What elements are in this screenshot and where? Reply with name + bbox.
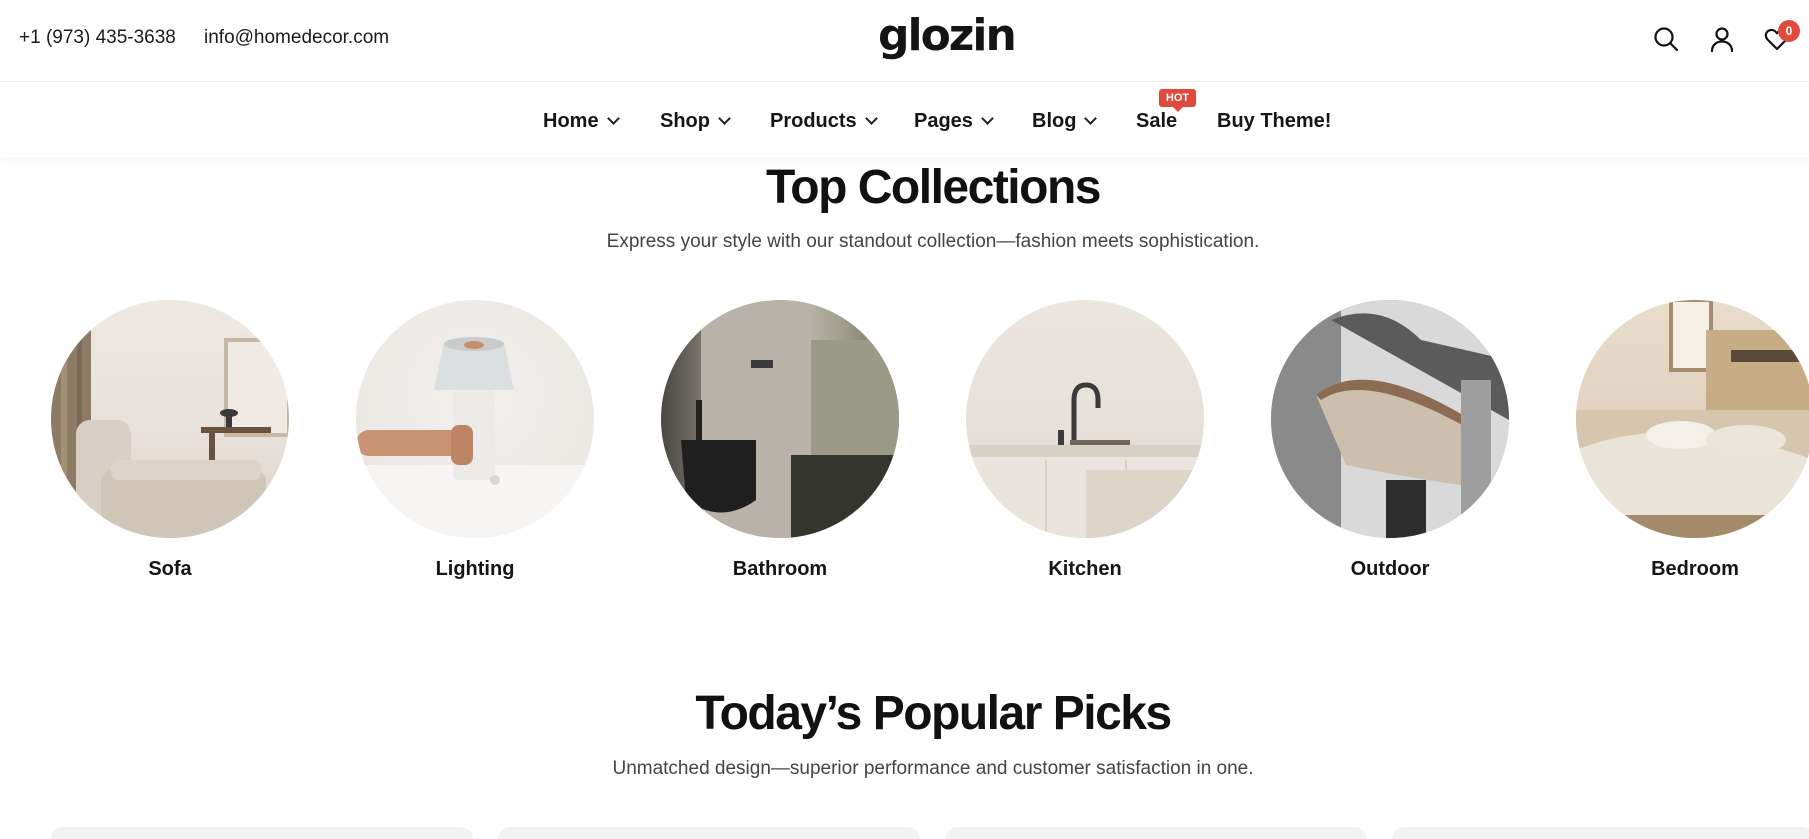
email-address[interactable]: info@homedecor.com: [204, 27, 389, 49]
nav-label: Sale: [1136, 110, 1178, 132]
nav-item-blog[interactable]: Blog: [1032, 110, 1098, 133]
collection-label: Bathroom: [732, 558, 828, 580]
collection-outdoor-image[interactable]: [1271, 300, 1509, 538]
collection-sofa[interactable]: Sofa: [51, 300, 289, 581]
chevron-down-icon: [864, 112, 878, 125]
collection-bedroom-image[interactable]: [1576, 300, 1809, 538]
search-icon[interactable]: [1652, 25, 1680, 53]
nav-item-products[interactable]: Products: [770, 110, 878, 133]
nav-label: Products: [770, 110, 857, 132]
chevron-down-icon: [981, 112, 994, 125]
account-icon[interactable]: [1708, 25, 1736, 53]
collection-label: Lighting: [435, 558, 515, 580]
top-collections-title: Top Collections: [766, 161, 1101, 214]
collection-outdoor[interactable]: Outdoor: [1271, 300, 1509, 581]
chevron-down-icon: [1084, 112, 1098, 125]
chevron-down-icon: [718, 112, 731, 125]
top-collections-subtitle: Express your style with our standout col…: [606, 231, 1260, 252]
collection-label: Bedroom: [1651, 558, 1739, 580]
product-card[interactable]: [51, 827, 473, 839]
collection-label: Outdoor: [1350, 558, 1430, 580]
popular-picks-title: Today’s Popular Picks: [695, 687, 1172, 740]
collection-label: Kitchen: [1048, 558, 1122, 580]
nav-item-sale[interactable]: Sale: [1136, 110, 1177, 133]
collection-kitchen-image[interactable]: [966, 300, 1204, 538]
nav-label: Home: [543, 110, 599, 132]
nav-label: Blog: [1032, 110, 1077, 132]
hot-badge: HOT: [1159, 89, 1196, 112]
popular-picks-subtitle: Unmatched design—superior performance an…: [612, 758, 1254, 779]
product-card[interactable]: [498, 827, 920, 839]
chevron-down-icon: [606, 112, 620, 125]
nav-item-home[interactable]: Home: [543, 110, 620, 133]
collection-bedroom[interactable]: Bedroom: [1576, 300, 1809, 581]
nav-item-shop[interactable]: Shop: [660, 110, 731, 133]
collection-kitchen[interactable]: Kitchen: [966, 300, 1204, 581]
top-bar: +1 (973) 435-3638 info@homedecor.com glo…: [0, 0, 1809, 82]
nav-label: Shop: [660, 110, 710, 132]
product-card[interactable]: [945, 827, 1367, 839]
collection-bathroom[interactable]: Bathroom: [661, 300, 899, 581]
collection-lighting[interactable]: Lighting: [356, 300, 594, 581]
collection-sofa-image[interactable]: [51, 300, 289, 538]
nav-item-buy-theme[interactable]: Buy Theme!: [1217, 110, 1331, 133]
product-card[interactable]: [1392, 827, 1809, 839]
main-nav: Home Shop Products Pages Blog Sale Buy T…: [0, 83, 1809, 157]
wishlist-count-badge: 0: [1778, 20, 1800, 42]
nav-item-pages[interactable]: Pages: [914, 110, 994, 133]
collection-bathroom-image[interactable]: [661, 300, 899, 538]
collection-label: Sofa: [148, 558, 192, 580]
collection-lighting-image[interactable]: [356, 300, 594, 538]
phone-number[interactable]: +1 (973) 435-3638: [19, 27, 176, 49]
nav-label: Buy Theme!: [1217, 110, 1332, 132]
nav-label: Pages: [914, 110, 973, 132]
site-logo[interactable]: glozin: [878, 10, 1017, 61]
